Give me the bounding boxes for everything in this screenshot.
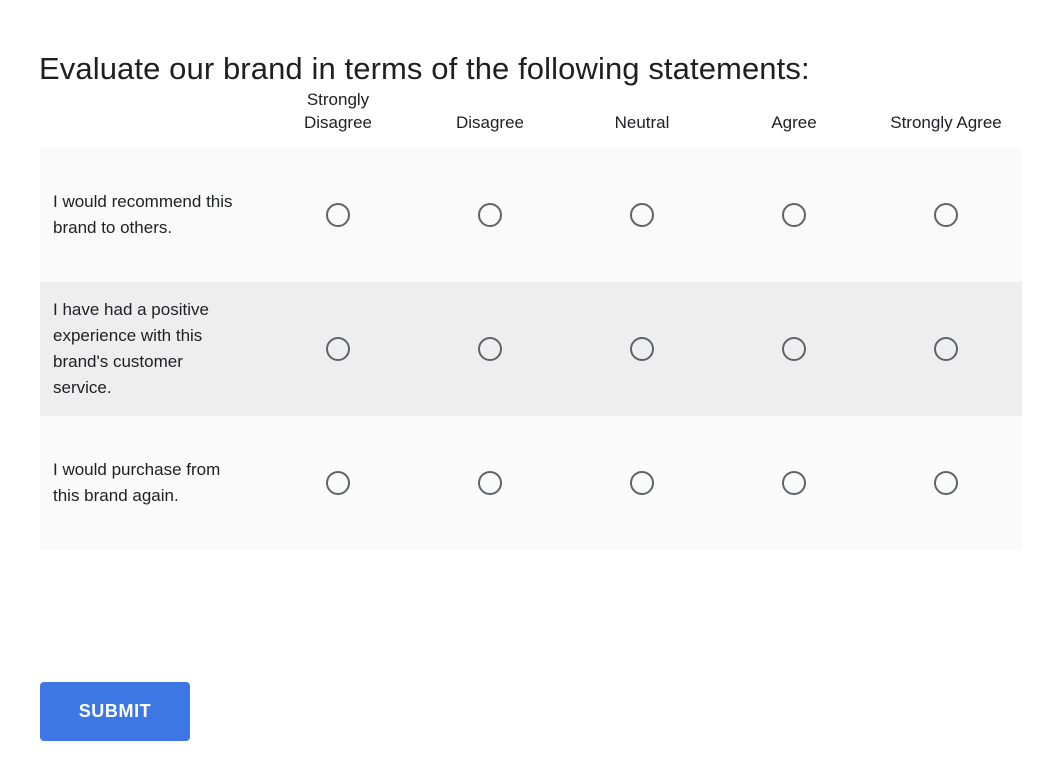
column-header-disagree: Disagree <box>414 88 566 148</box>
likert-table: Strongly Disagree Disagree Neutral Agree… <box>40 88 1022 550</box>
table-header: Strongly Disagree Disagree Neutral Agree… <box>40 88 1022 148</box>
radio-button-disagree[interactable] <box>478 337 502 361</box>
radio-cell[interactable] <box>262 148 414 282</box>
table-row: I would recommend this brand to others. <box>40 148 1022 282</box>
radio-button-strongly-disagree[interactable] <box>326 203 350 227</box>
radio-cell[interactable] <box>870 148 1022 282</box>
radio-button-neutral[interactable] <box>630 471 654 495</box>
statement-label: I would purchase from this brand again. <box>40 416 262 550</box>
survey-page: Evaluate our brand in terms of the follo… <box>0 0 1050 773</box>
radio-cell[interactable] <box>262 416 414 550</box>
radio-button-strongly-agree[interactable] <box>934 337 958 361</box>
column-header-label: Strongly Disagree <box>303 90 373 132</box>
radio-button-neutral[interactable] <box>630 203 654 227</box>
radio-cell[interactable] <box>870 416 1022 550</box>
page-title: Evaluate our brand in terms of the follo… <box>39 50 810 86</box>
radio-cell[interactable] <box>414 148 566 282</box>
column-header-agree: Agree <box>718 88 870 148</box>
radio-button-strongly-disagree[interactable] <box>326 471 350 495</box>
column-header-label: Agree <box>771 113 817 132</box>
radio-button-agree[interactable] <box>782 337 806 361</box>
radio-cell[interactable] <box>718 282 870 416</box>
statement-label: I have had a positive experience with th… <box>40 282 262 416</box>
column-header-strongly-agree: Strongly Agree <box>870 88 1022 148</box>
header-row: Strongly Disagree Disagree Neutral Agree… <box>40 88 1022 148</box>
statement-label: I would recommend this brand to others. <box>40 148 262 282</box>
radio-button-agree[interactable] <box>782 471 806 495</box>
radio-button-disagree[interactable] <box>478 471 502 495</box>
table-row: I would purchase from this brand again. <box>40 416 1022 550</box>
radio-button-strongly-agree[interactable] <box>934 471 958 495</box>
radio-cell[interactable] <box>718 416 870 550</box>
radio-cell[interactable] <box>262 282 414 416</box>
column-header-label: Neutral <box>614 113 670 132</box>
radio-button-strongly-disagree[interactable] <box>326 337 350 361</box>
submit-button[interactable]: SUBMIT <box>40 682 190 741</box>
statement-column-header <box>40 88 262 148</box>
radio-button-neutral[interactable] <box>630 337 654 361</box>
column-header-strongly-disagree: Strongly Disagree <box>262 88 414 148</box>
table-row: I have had a positive experience with th… <box>40 282 1022 416</box>
radio-cell[interactable] <box>566 148 718 282</box>
radio-cell[interactable] <box>414 282 566 416</box>
radio-cell[interactable] <box>718 148 870 282</box>
column-header-neutral: Neutral <box>566 88 718 148</box>
likert-grid: Strongly Disagree Disagree Neutral Agree… <box>40 88 1022 550</box>
radio-cell[interactable] <box>566 282 718 416</box>
radio-cell[interactable] <box>870 282 1022 416</box>
radio-button-agree[interactable] <box>782 203 806 227</box>
radio-cell[interactable] <box>414 416 566 550</box>
radio-button-disagree[interactable] <box>478 203 502 227</box>
radio-cell[interactable] <box>566 416 718 550</box>
column-header-label: Disagree <box>455 113 525 132</box>
radio-button-strongly-agree[interactable] <box>934 203 958 227</box>
column-header-label: Strongly Agree <box>890 113 1002 132</box>
table-body: I would recommend this brand to others. <box>40 148 1022 550</box>
